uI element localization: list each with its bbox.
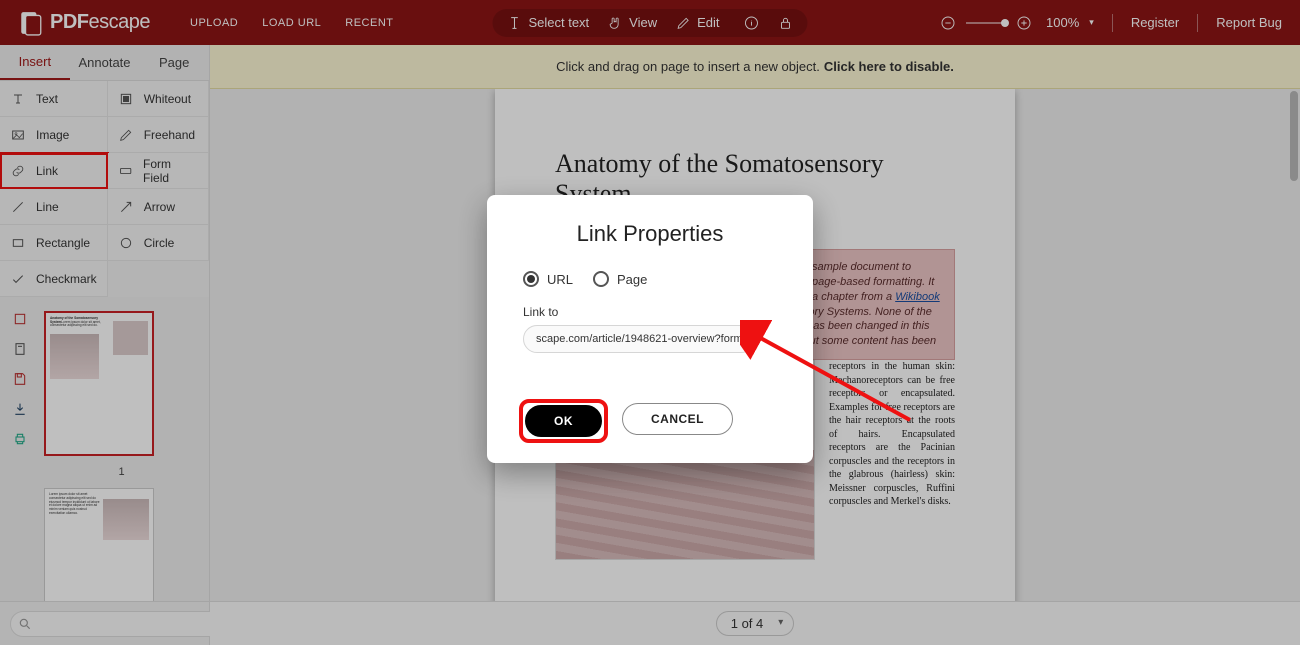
radio-url[interactable]: URL bbox=[523, 271, 573, 287]
cancel-button[interactable]: CANCEL bbox=[622, 403, 733, 435]
link-url-input[interactable] bbox=[523, 325, 755, 353]
linkto-label: Link to bbox=[515, 305, 785, 319]
radio-dot-icon bbox=[593, 271, 609, 287]
dialog-title: Link Properties bbox=[515, 221, 785, 247]
radio-page[interactable]: Page bbox=[593, 271, 647, 287]
ok-button[interactable]: OK bbox=[525, 405, 602, 437]
radio-page-label: Page bbox=[617, 272, 647, 287]
link-properties-dialog: Link Properties URL Page Link to OK CANC… bbox=[487, 195, 813, 463]
radio-url-label: URL bbox=[547, 272, 573, 287]
ok-highlight-box: OK bbox=[523, 403, 604, 439]
radio-dot-icon bbox=[523, 271, 539, 287]
link-type-radios: URL Page bbox=[515, 271, 785, 287]
